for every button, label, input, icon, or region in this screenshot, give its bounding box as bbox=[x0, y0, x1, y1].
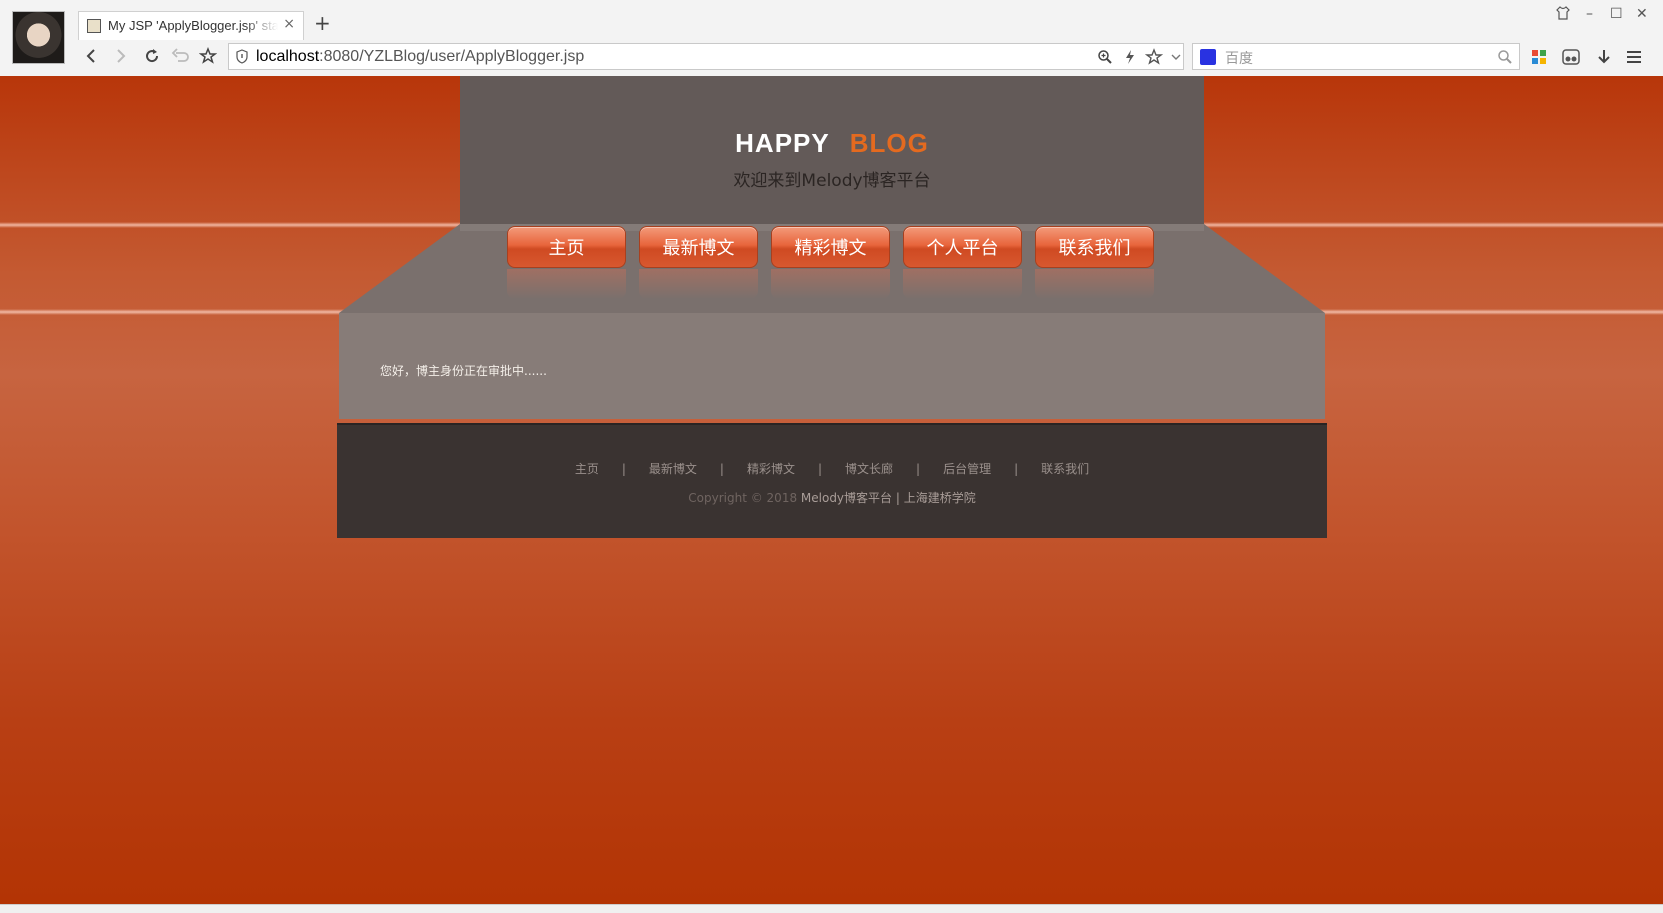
skin-icon[interactable] bbox=[1556, 6, 1570, 24]
search-icon[interactable] bbox=[1497, 49, 1513, 65]
address-bar[interactable]: localhost:8080/YZLBlog/user/ApplyBlogger… bbox=[228, 43, 1184, 70]
site-subtitle: 欢迎来到Melody博客平台 bbox=[733, 171, 931, 191]
footer-link-admin[interactable]: 后台管理 bbox=[920, 462, 1014, 476]
download-icon[interactable] bbox=[1593, 46, 1615, 68]
main-content: 您好，博主身份正在审批中...... bbox=[339, 313, 1325, 419]
logo-happy: HAPPY bbox=[735, 128, 830, 158]
nav-contact-button[interactable]: 联系我们 bbox=[1035, 226, 1154, 268]
site-footer: 主页 | 最新博文 | 精彩博文 | 博文长廊 | 后台管理 | 联系我们 Copyright © … bbox=[337, 423, 1327, 538]
button-reflection bbox=[1035, 269, 1154, 299]
forward-icon[interactable] bbox=[108, 44, 132, 68]
search-input[interactable] bbox=[1223, 47, 1487, 69]
tab-title: My JSP 'ApplyBlogger.jsp' starting page bbox=[108, 18, 278, 33]
site-header: HAPPY BLOG 欢迎来到Melody博客平台 bbox=[460, 76, 1204, 224]
close-tab-icon[interactable]: × bbox=[283, 16, 295, 32]
search-box[interactable] bbox=[1192, 43, 1520, 70]
lightning-icon[interactable] bbox=[1121, 48, 1139, 66]
footer-link-featured[interactable]: 精彩博文 bbox=[724, 462, 818, 476]
footer-link-latest[interactable]: 最新博文 bbox=[626, 462, 720, 476]
footer-link-home[interactable]: 主页 bbox=[552, 462, 622, 476]
logo-blog: BLOG bbox=[849, 128, 929, 158]
address-url[interactable]: localhost:8080/YZLBlog/user/ApplyBlogger… bbox=[256, 48, 584, 66]
page-background: HAPPY BLOG 欢迎来到Melody博客平台 主页 最新博文 精彩博文 个人… bbox=[0, 76, 1663, 904]
copyright-text: Copyright © 2018 Melody博客平台 | 上海建桥学院 bbox=[688, 491, 976, 505]
minimize-button[interactable]: – bbox=[1586, 6, 1593, 22]
button-reflection bbox=[771, 269, 890, 299]
footer-nav: 主页 | 最新博文 | 精彩博文 | 博文长廊 | 后台管理 | 联系我们 bbox=[337, 460, 1327, 477]
button-reflection bbox=[639, 269, 758, 299]
nav-home-button[interactable]: 主页 bbox=[507, 226, 626, 268]
undo-close-icon[interactable] bbox=[168, 44, 192, 68]
user-avatar[interactable] bbox=[12, 11, 65, 64]
apps-grid-icon[interactable] bbox=[1528, 46, 1550, 68]
footer-link-gallery[interactable]: 博文长廊 bbox=[822, 462, 916, 476]
button-reflection bbox=[903, 269, 1022, 299]
dropdown-chevron-icon[interactable] bbox=[1167, 48, 1185, 66]
nav-personal-platform-button[interactable]: 个人平台 bbox=[903, 226, 1022, 268]
back-icon[interactable] bbox=[80, 44, 104, 68]
baidu-logo-icon bbox=[1200, 49, 1216, 65]
browser-chrome: My JSP 'ApplyBlogger.jsp' starting page … bbox=[0, 0, 1663, 77]
footer-link-contact[interactable]: 联系我们 bbox=[1018, 462, 1112, 476]
close-window-button[interactable]: ✕ bbox=[1636, 6, 1648, 22]
site-info-shield-icon[interactable] bbox=[235, 49, 249, 64]
menu-icon[interactable] bbox=[1623, 46, 1645, 68]
nav-latest-posts-button[interactable]: 最新博文 bbox=[639, 226, 758, 268]
reload-icon[interactable] bbox=[140, 44, 164, 68]
new-tab-button[interactable]: + bbox=[314, 11, 331, 35]
favorite-star-icon[interactable] bbox=[196, 44, 220, 68]
button-reflection bbox=[507, 269, 626, 299]
bookmark-star-icon[interactable] bbox=[1145, 48, 1163, 66]
nav-featured-posts-button[interactable]: 精彩博文 bbox=[771, 226, 890, 268]
page-favicon-icon bbox=[87, 19, 101, 33]
site-logo[interactable]: HAPPY BLOG bbox=[460, 128, 1204, 159]
browser-tab[interactable]: My JSP 'ApplyBlogger.jsp' starting page … bbox=[78, 11, 304, 40]
zoom-icon[interactable] bbox=[1096, 48, 1114, 66]
approval-pending-message: 您好，博主身份正在审批中...... bbox=[380, 364, 547, 378]
maximize-button[interactable]: ☐ bbox=[1610, 6, 1623, 22]
sidebar-icon[interactable] bbox=[1560, 46, 1582, 68]
